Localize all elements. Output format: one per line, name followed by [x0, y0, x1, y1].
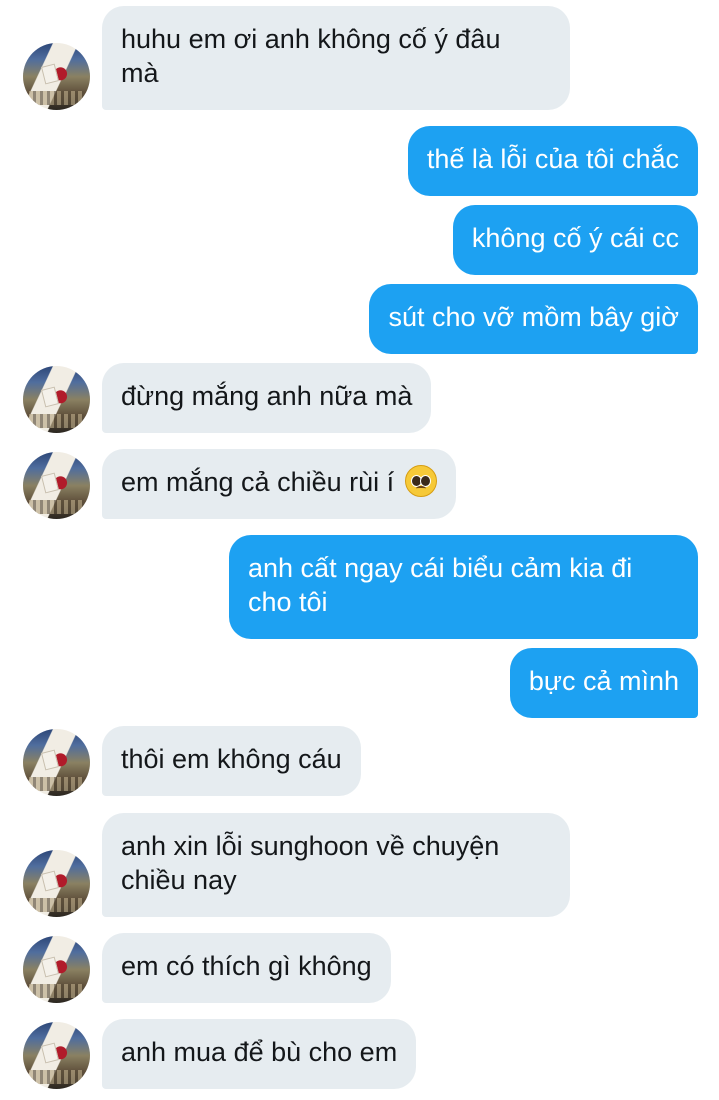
message-text: không cố ý cái cc [471, 223, 679, 253]
received-message-bubble[interactable]: thôi em không cáu [102, 726, 361, 796]
received-message-bubble[interactable]: em có thích gì không [102, 933, 391, 1003]
received-message-bubble[interactable]: anh mua để bù cho em [102, 1019, 417, 1089]
conversation-thread[interactable]: huhu em ơi anh không cố ý đâu mà thế là … [0, 0, 719, 1100]
sent-message-bubble[interactable]: không cố ý cái cc [452, 205, 698, 275]
message-text: anh mua để bù cho em [121, 1037, 398, 1067]
received-message-bubble[interactable]: em mắng cả chiều rùi í [102, 449, 456, 519]
contact-avatar[interactable] [23, 936, 90, 1003]
received-message-bubble[interactable]: huhu em ơi anh không cố ý đâu mà [102, 6, 570, 110]
sent-message-bubble[interactable]: thế là lỗi của tôi chắc [407, 126, 698, 196]
sent-message-bubble[interactable]: anh cất ngay cái biểu cảm kia đi cho tôi [229, 535, 698, 639]
contact-avatar[interactable] [23, 1022, 90, 1089]
message-text: đừng mắng anh nữa mà [121, 381, 413, 411]
message-text: bực cả mình [528, 666, 679, 696]
received-message-bubble[interactable]: anh xin lỗi sunghoon về chuyện chiều nay [102, 813, 570, 917]
message-text: anh xin lỗi sunghoon về chuyện chiều nay [121, 831, 500, 895]
contact-avatar[interactable] [23, 452, 90, 519]
message-text: anh cất ngay cái biểu cảm kia đi cho tôi [248, 553, 633, 617]
message-text: thôi em không cáu [121, 744, 342, 774]
message-text: sút cho vỡ mồm bây giờ [388, 302, 679, 332]
message-text: em có thích gì không [121, 951, 372, 981]
pleading-face-emoji-icon [404, 465, 437, 497]
message-text: thế là lỗi của tôi chắc [426, 144, 679, 174]
contact-avatar[interactable] [23, 43, 90, 110]
message-text: huhu em ơi anh không cố ý đâu mà [121, 24, 501, 88]
received-message-bubble[interactable]: đừng mắng anh nữa mà [102, 363, 432, 433]
message-text: em mắng cả chiều rùi í [121, 467, 395, 497]
sent-message-bubble[interactable]: sút cho vỡ mồm bây giờ [369, 284, 698, 354]
contact-avatar[interactable] [23, 729, 90, 796]
contact-avatar[interactable] [23, 850, 90, 917]
contact-avatar[interactable] [23, 366, 90, 433]
sent-message-bubble[interactable]: bực cả mình [509, 648, 698, 718]
